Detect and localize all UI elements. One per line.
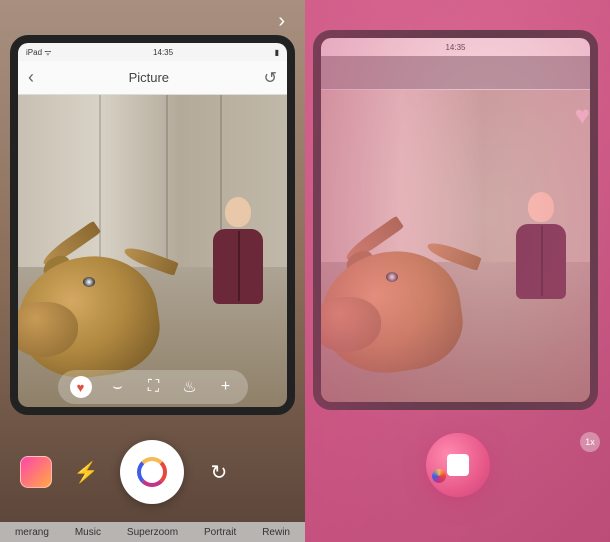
person-figure <box>210 197 265 327</box>
bull-statue <box>18 187 198 387</box>
app-title: Picture <box>34 70 264 85</box>
tablet-device: iPad ᯤ 14:35 ▮ ‹ Picture ↺ <box>10 35 295 415</box>
status-bar: iPad ᯤ 14:35 ▮ <box>18 43 287 61</box>
chevron-right-icon[interactable]: › <box>278 10 285 33</box>
camera-capture-panel: › iPad ᯤ 14:35 ▮ ‹ Picture ↺ <box>0 0 305 542</box>
zoom-badge[interactable]: 1x <box>580 432 600 452</box>
stop-record-button[interactable] <box>426 433 490 497</box>
shutter-ring-icon <box>137 457 167 487</box>
mode-rewind[interactable]: Rewin <box>262 527 290 538</box>
status-bar: 14:35 <box>321 38 590 56</box>
camera-mode-bar[interactable]: merang Music Superzoom Portrait Rewin <box>0 522 305 542</box>
undo-icon[interactable]: ↺ <box>264 68 277 88</box>
app-header: ‹ Picture ↺ <box>18 61 287 95</box>
mode-superzoom[interactable]: Superzoom <box>127 527 178 538</box>
effect-heart[interactable]: ♥ <box>70 376 92 398</box>
effect-plus[interactable]: + <box>216 377 236 397</box>
person-figure <box>513 192 568 322</box>
mode-portrait[interactable]: Portrait <box>204 527 236 538</box>
effect-fire[interactable]: ♨ <box>180 377 200 397</box>
status-time: 14:35 <box>445 43 465 52</box>
mode-boomerang[interactable]: merang <box>15 527 49 538</box>
photo-content <box>18 95 287 407</box>
gallery-button[interactable] <box>20 456 52 488</box>
switch-camera-icon[interactable]: ↻ <box>204 457 234 487</box>
camera-recording-panel: 14:35 ♥ 1x <box>305 0 610 542</box>
flash-icon[interactable]: ⚡ <box>71 457 101 487</box>
stop-icon <box>447 454 469 476</box>
mode-music[interactable]: Music <box>75 527 101 538</box>
status-carrier: iPad ᯤ <box>26 47 52 58</box>
superzoom-effects-bar: ♥ ⌣ ⛶ ♨ + <box>58 370 248 404</box>
record-gradient-icon <box>432 469 446 483</box>
camera-controls: ⚡ ↻ <box>0 440 305 504</box>
shutter-button[interactable] <box>120 440 184 504</box>
app-header <box>321 56 590 90</box>
effect-frame[interactable]: ⛶ <box>144 377 164 397</box>
photo-content <box>321 90 590 402</box>
heart-icon: ♥ <box>575 100 590 131</box>
tablet-device: 14:35 <box>313 30 598 410</box>
status-time: 14:35 <box>153 48 173 57</box>
status-battery: ▮ <box>275 48 279 57</box>
effect-surprise[interactable]: ⌣ <box>108 377 128 397</box>
bull-statue <box>321 182 501 382</box>
